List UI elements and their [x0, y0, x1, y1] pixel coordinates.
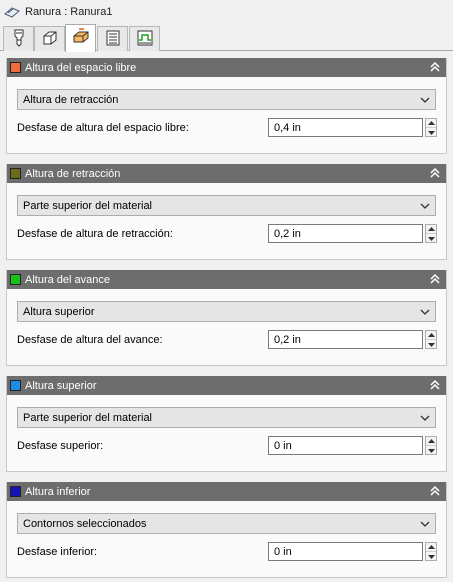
section-header[interactable]: Altura del avance — [7, 270, 446, 289]
tool-icon — [11, 29, 27, 50]
offset-label: Desfase de altura del avance: — [17, 334, 163, 346]
offset-spinner[interactable] — [425, 118, 437, 137]
section-feed-height: Altura del avance Altura superior Desfas… — [6, 270, 447, 366]
section-title: Altura del espacio libre — [25, 61, 137, 74]
height-from-dropdown[interactable]: Altura superior — [17, 301, 436, 322]
offset-label: Desfase inferior: — [17, 546, 98, 558]
spinner-up-icon[interactable] — [426, 225, 436, 234]
section-clearance-height: Altura del espacio libre Altura de retra… — [6, 58, 447, 154]
dropdown-value: Altura superior — [23, 305, 95, 318]
section-title: Altura superior — [25, 379, 97, 392]
chevron-down-icon — [420, 413, 430, 423]
tab-tool[interactable] — [3, 26, 34, 51]
chevron-down-icon — [420, 95, 430, 105]
height-from-dropdown[interactable]: Parte superior del material — [17, 195, 436, 216]
offset-input[interactable]: 0,4 in — [268, 118, 423, 137]
section-title: Altura inferior — [25, 485, 91, 498]
heights-icon — [72, 28, 90, 49]
offset-input[interactable]: 0 in — [268, 436, 423, 455]
chevron-down-icon — [420, 307, 430, 317]
color-swatch — [10, 380, 21, 391]
tab-passes[interactable] — [97, 26, 128, 51]
collapse-icon[interactable] — [429, 485, 441, 497]
spinner-down-icon[interactable] — [426, 446, 436, 455]
color-swatch — [10, 486, 21, 497]
color-swatch — [10, 62, 21, 73]
tab-heights[interactable] — [65, 24, 96, 52]
offset-input[interactable]: 0 in — [268, 542, 423, 561]
spinner-down-icon[interactable] — [426, 552, 436, 561]
section-bottom-height: Altura inferior Contornos seleccionados … — [6, 482, 447, 578]
collapse-icon[interactable] — [429, 61, 441, 73]
title-bar: Ranura : Ranura1 — [0, 0, 453, 24]
spinner-up-icon[interactable] — [426, 543, 436, 552]
collapse-icon[interactable] — [429, 273, 441, 285]
spinner-down-icon[interactable] — [426, 340, 436, 349]
offset-input[interactable]: 0,2 in — [268, 224, 423, 243]
offset-spinner[interactable] — [425, 330, 437, 349]
section-retract-height: Altura de retracción Parte superior del … — [6, 164, 447, 260]
offset-label: Desfase de altura del espacio libre: — [17, 122, 189, 134]
section-header[interactable]: Altura del espacio libre — [7, 58, 446, 77]
dropdown-value: Contornos seleccionados — [23, 517, 147, 530]
offset-label: Desfase superior: — [17, 440, 104, 452]
color-swatch — [10, 274, 21, 285]
geometry-icon — [41, 29, 59, 50]
section-title: Altura de retracción — [25, 167, 121, 180]
height-from-dropdown[interactable]: Contornos seleccionados — [17, 513, 436, 534]
spinner-down-icon[interactable] — [426, 234, 436, 243]
height-from-dropdown[interactable]: Altura de retracción — [17, 89, 436, 110]
section-header[interactable]: Altura inferior — [7, 482, 446, 501]
slot-op-icon — [4, 5, 22, 19]
window-title: Ranura : Ranura1 — [25, 6, 113, 18]
section-title: Altura del avance — [25, 273, 110, 286]
offset-spinner[interactable] — [425, 542, 437, 561]
color-swatch — [10, 168, 21, 179]
chevron-down-icon — [420, 519, 430, 529]
dropdown-value: Parte superior del material — [23, 411, 153, 424]
spinner-up-icon[interactable] — [426, 119, 436, 128]
section-top-height: Altura superior Parte superior del mater… — [6, 376, 447, 472]
offset-spinner[interactable] — [425, 224, 437, 243]
offset-label: Desfase de altura de retracción: — [17, 228, 173, 240]
dropdown-value: Altura de retracción — [23, 93, 119, 106]
spinner-up-icon[interactable] — [426, 331, 436, 340]
spinner-down-icon[interactable] — [426, 128, 436, 137]
spinner-up-icon[interactable] — [426, 437, 436, 446]
collapse-icon[interactable] — [429, 167, 441, 179]
section-header[interactable]: Altura superior — [7, 376, 446, 395]
tab-strip — [0, 24, 453, 52]
section-header[interactable]: Altura de retracción — [7, 164, 446, 183]
dropdown-value: Parte superior del material — [23, 199, 153, 212]
linking-icon — [136, 29, 154, 50]
tab-linking[interactable] — [129, 26, 160, 51]
chevron-down-icon — [420, 201, 430, 211]
offset-spinner[interactable] — [425, 436, 437, 455]
collapse-icon[interactable] — [429, 379, 441, 391]
offset-input[interactable]: 0,2 in — [268, 330, 423, 349]
passes-icon — [105, 29, 121, 50]
height-from-dropdown[interactable]: Parte superior del material — [17, 407, 436, 428]
tab-geometry[interactable] — [34, 26, 65, 51]
